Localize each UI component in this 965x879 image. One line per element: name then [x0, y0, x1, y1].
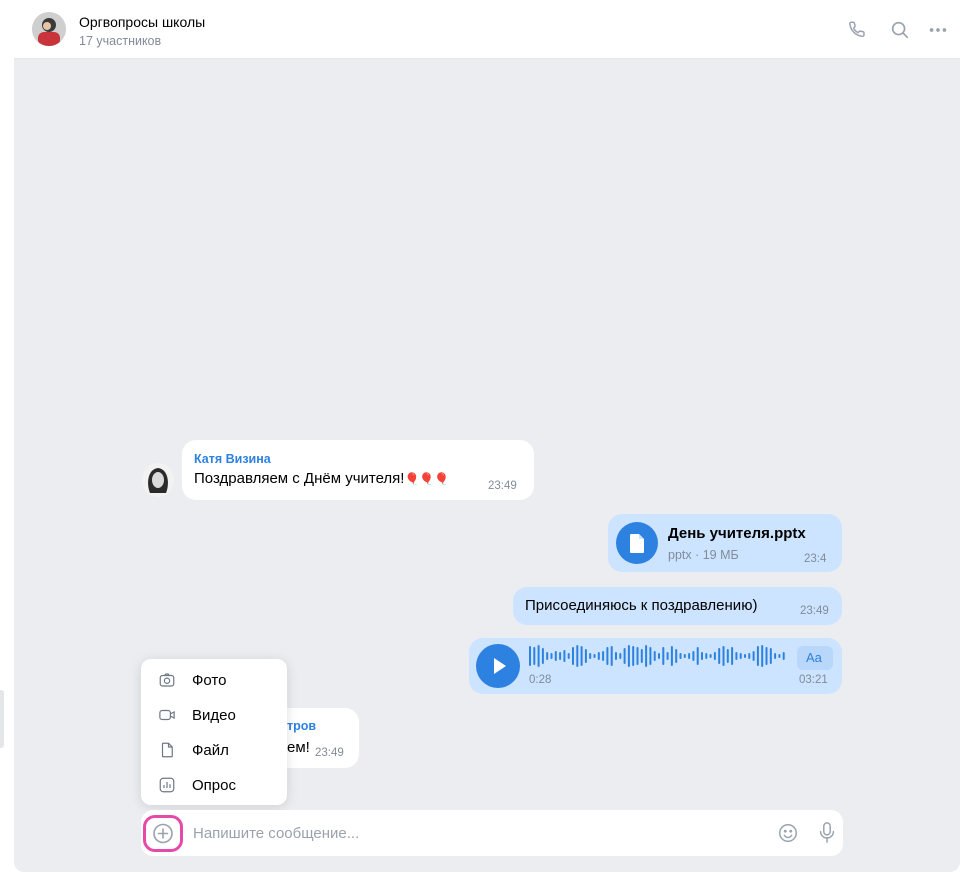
group-avatar[interactable] [32, 12, 66, 46]
voice-duration: 03:21 [799, 674, 828, 686]
participants-count[interactable]: 17 участников [79, 34, 161, 48]
chat-title[interactable]: Оргвопросы школы [79, 14, 205, 30]
balloon-emoji: 🎈🎈🎈 [404, 472, 450, 486]
message-text-body: Поздравляем с Днём учителя! [194, 470, 405, 487]
file-icon[interactable] [616, 522, 658, 564]
message-time: 23:49 [488, 480, 517, 492]
transcribe-button[interactable]: Aa [797, 646, 833, 670]
message-bubble-file[interactable]: День учителя.pptx pptx · 19 МБ 23:4 [608, 514, 842, 572]
message-time: 23:49 [800, 605, 829, 617]
menu-label: Видео [192, 707, 236, 724]
message-bubble-voice[interactable]: Aa 0:28 03:21 [469, 638, 842, 694]
transcribe-label: Aa [806, 650, 822, 665]
message-bubble-join[interactable]: Присоединяюсь к поздравлению) 23:49 [513, 587, 842, 625]
file-meta: pptx · 19 МБ [668, 548, 739, 562]
microphone-icon[interactable] [816, 821, 838, 845]
attach-menu: Фото Видео Файл Опрос [141, 659, 287, 805]
message-bubble-katya[interactable]: Катя Визина Поздравляем с Днём учителя!🎈… [182, 440, 534, 500]
message-input[interactable]: Напишите сообщение... [193, 825, 359, 842]
attach-file[interactable]: Файл [141, 733, 287, 767]
message-time: 23:49 [315, 747, 344, 759]
attach-poll[interactable]: Опрос [141, 768, 287, 802]
sender-avatar[interactable] [142, 463, 174, 497]
chat-window: Оргвопросы школы 17 участников Катя Визи… [14, 0, 960, 872]
menu-label: Опрос [192, 777, 236, 794]
voice-elapsed: 0:28 [529, 674, 552, 686]
poll-icon [159, 777, 175, 793]
attach-photo[interactable]: Фото [141, 663, 287, 697]
voice-waveform[interactable] [529, 644, 791, 668]
file-icon [161, 742, 173, 758]
attach-video[interactable]: Видео [141, 698, 287, 732]
phone-icon[interactable] [847, 19, 869, 41]
video-icon [159, 709, 175, 721]
message-sender[interactable]: Катя Визина [194, 452, 271, 466]
search-icon[interactable] [889, 19, 911, 41]
message-time: 23:4 [804, 553, 827, 565]
message-text: Поздравляем с Днём учителя!🎈🎈🎈 [194, 470, 449, 487]
file-name[interactable]: День учителя.pptx [668, 525, 806, 542]
menu-label: Фото [192, 672, 227, 689]
menu-label: Файл [192, 742, 229, 759]
window-edge [0, 690, 4, 748]
more-icon[interactable] [927, 19, 949, 41]
attach-button[interactable] [143, 815, 183, 852]
message-composer: Напишите сообщение... [141, 810, 843, 856]
plus-circle-icon [153, 823, 173, 844]
camera-icon [159, 673, 175, 687]
chat-header: Оргвопросы школы 17 участников [14, 0, 960, 59]
message-text: ем! [287, 739, 310, 756]
message-sender[interactable]: тров [287, 719, 316, 733]
play-button[interactable] [476, 644, 520, 688]
emoji-icon[interactable] [777, 822, 799, 844]
message-text: Присоединяюсь к поздравлению) [525, 597, 758, 614]
